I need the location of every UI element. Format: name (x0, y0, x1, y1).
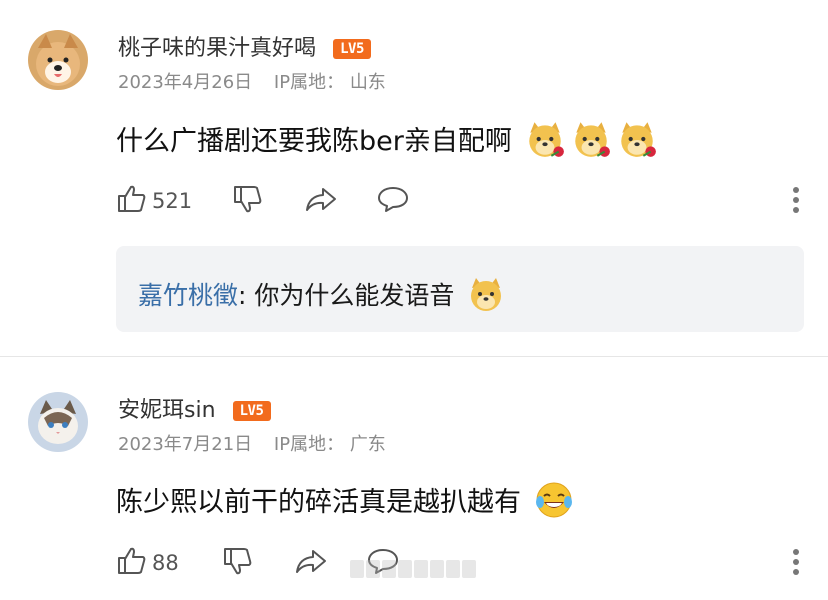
thumbs-down-icon (232, 183, 264, 219)
more-options-icon[interactable] (792, 186, 800, 218)
share-button[interactable] (304, 184, 338, 218)
comment-date: 2023年4月26日 (118, 72, 253, 93)
username-text[interactable]: 安妮珥sin (118, 398, 216, 423)
watermark (350, 560, 480, 586)
share-icon (294, 545, 328, 581)
dislike-button[interactable] (232, 184, 264, 218)
chat-bubble-icon (376, 183, 410, 219)
divider (0, 356, 828, 357)
reply-username[interactable]: 嘉竹桃徵 (138, 281, 238, 310)
like-button[interactable]: 521 (116, 184, 192, 218)
comment-text: 什么广播剧还要我陈ber亲自配啊 (116, 118, 658, 167)
reply-preview[interactable]: 嘉竹桃徵: 你为什么能发语音 (116, 246, 804, 332)
like-count: 521 (152, 189, 193, 213)
ip-label: IP属地： (273, 72, 345, 93)
comment-button[interactable] (376, 184, 410, 218)
more-options-icon[interactable] (792, 548, 800, 580)
ip-location: 山东 (349, 72, 386, 93)
username[interactable]: 安妮珥sin LV5 (118, 392, 271, 424)
comment-content: 什么广播剧还要我陈ber亲自配啊 (116, 126, 512, 157)
dislike-button[interactable] (222, 546, 254, 580)
like-button[interactable]: 88 (116, 546, 179, 580)
avatar[interactable] (28, 392, 88, 452)
doge-rose-emoji-icon (570, 118, 612, 167)
reply-content: : 你为什么能发语音 (238, 281, 455, 310)
share-icon (304, 183, 338, 219)
comment-date: 2023年7月21日 (118, 434, 253, 455)
level-badge: LV5 (333, 39, 372, 59)
thumbs-up-icon (116, 183, 148, 219)
like-count: 88 (152, 551, 179, 575)
comment-meta: 2023年4月26日 IP属地： 山东 (118, 68, 386, 94)
ip-location: 广东 (349, 434, 386, 455)
ip-label: IP属地： (273, 434, 345, 455)
doge-emoji-icon (466, 274, 506, 320)
avatar[interactable] (28, 30, 88, 90)
doge-rose-emoji-icon (616, 118, 658, 167)
thumbs-up-icon (116, 545, 148, 581)
level-badge: LV5 (232, 401, 271, 421)
share-button[interactable] (294, 546, 328, 580)
comment-content: 陈少熙以前干的碎活真是越扒越有 (116, 487, 521, 518)
comment-meta: 2023年7月21日 IP属地： 广东 (118, 430, 386, 456)
reply-text: 嘉竹桃徵: 你为什么能发语音 (138, 274, 506, 320)
laughing-tears-emoji-icon (534, 480, 574, 527)
thumbs-down-icon (222, 545, 254, 581)
username[interactable]: 桃子味的果汁真好喝 LV5 (118, 30, 372, 62)
doge-rose-emoji-icon (524, 118, 566, 167)
comment-text: 陈少熙以前干的碎活真是越扒越有 (116, 480, 574, 527)
username-text[interactable]: 桃子味的果汁真好喝 (118, 36, 316, 61)
comment-actions: 521 (116, 184, 806, 218)
